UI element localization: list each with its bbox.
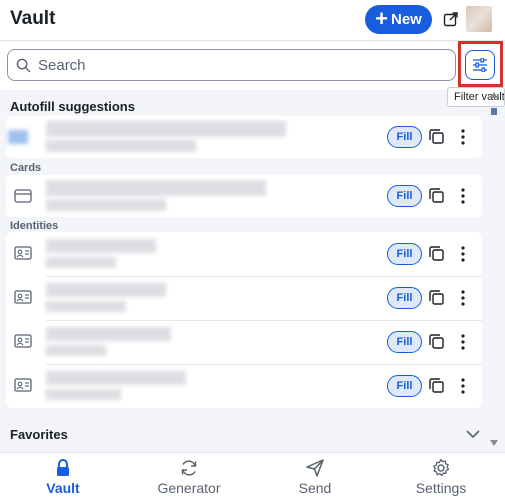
item-subtitle: [46, 389, 121, 400]
more-options-icon[interactable]: [460, 245, 466, 263]
search-bar-area: [0, 42, 505, 90]
id-card-icon: [14, 378, 32, 392]
identities-section-label: Identities: [10, 220, 59, 232]
fill-button[interactable]: Fill: [387, 287, 422, 309]
nav-item-settings[interactable]: Settings: [378, 453, 504, 500]
new-button-label: New: [391, 11, 422, 28]
fill-button[interactable]: Fill: [387, 243, 422, 265]
cards-list: Fill: [6, 175, 482, 217]
fill-button[interactable]: Fill: [387, 185, 422, 207]
copy-icon[interactable]: [429, 246, 444, 261]
copy-icon[interactable]: [429, 129, 444, 144]
more-options-icon[interactable]: [460, 187, 466, 205]
chevron-down-icon[interactable]: [466, 429, 480, 439]
filter-vault-button[interactable]: [465, 50, 495, 80]
sliders-icon: [473, 58, 487, 72]
page-title: Vault: [10, 8, 56, 29]
site-favicon: [8, 130, 28, 144]
search-input[interactable]: [38, 55, 438, 75]
lock-icon: [57, 459, 69, 476]
fill-button[interactable]: Fill: [387, 126, 422, 148]
item-username: [46, 140, 196, 152]
vertical-scrollbar[interactable]: [488, 92, 505, 447]
nav-item-label: Vault: [46, 480, 80, 496]
new-item-button[interactable]: + New: [365, 5, 432, 34]
list-item[interactable]: Fill: [6, 116, 482, 158]
app-header: Vault + New: [0, 0, 505, 41]
item-name: [46, 283, 166, 297]
cards-section-label: Cards: [10, 162, 42, 174]
copy-icon[interactable]: [429, 290, 444, 305]
scroll-up-arrow[interactable]: [490, 92, 498, 98]
item-subtitle: [46, 199, 166, 211]
item-subtitle: [46, 257, 116, 268]
identities-list: Fill Fill Fill Fill: [6, 232, 482, 408]
nav-item-vault[interactable]: Vault: [0, 453, 126, 500]
copy-icon[interactable]: [429, 334, 444, 349]
item-name: [46, 239, 156, 253]
nav-item-label: Generator: [157, 480, 221, 496]
list-item[interactable]: Fill: [6, 276, 482, 320]
item-subtitle: [46, 345, 106, 356]
item-subtitle: [46, 301, 126, 312]
item-name: [46, 121, 286, 137]
autofill-list: Fill: [6, 116, 482, 158]
fill-button[interactable]: Fill: [387, 375, 422, 397]
search-field[interactable]: [7, 49, 456, 81]
id-card-icon: [14, 290, 32, 304]
nav-item-label: Send: [298, 480, 332, 496]
favorites-section-title[interactable]: Favorites: [10, 427, 68, 442]
send-icon: [306, 459, 324, 477]
more-options-icon[interactable]: [460, 128, 466, 146]
item-name: [46, 327, 171, 341]
gear-icon: [433, 458, 450, 477]
more-options-icon[interactable]: [460, 289, 466, 307]
bottom-navigation: Vault Generator Send Settings: [0, 452, 505, 500]
copy-icon[interactable]: [429, 188, 444, 203]
item-name: [46, 371, 186, 385]
list-item[interactable]: Fill: [6, 320, 482, 364]
refresh-icon: [181, 460, 197, 476]
fill-button[interactable]: Fill: [387, 331, 422, 353]
nav-item-generator[interactable]: Generator: [126, 453, 252, 500]
more-options-icon[interactable]: [460, 333, 466, 351]
nav-item-label: Settings: [415, 480, 467, 496]
credit-card-icon: [14, 189, 32, 203]
id-card-icon: [14, 246, 32, 260]
autofill-section-title: Autofill suggestions: [10, 99, 135, 114]
list-item[interactable]: Fill: [6, 232, 482, 276]
copy-icon[interactable]: [429, 378, 444, 393]
search-icon: [16, 58, 31, 73]
nav-item-send[interactable]: Send: [252, 453, 378, 500]
scroll-down-arrow[interactable]: [490, 440, 498, 446]
list-item[interactable]: Fill: [6, 364, 482, 408]
popout-icon[interactable]: [443, 11, 459, 27]
scrollbar-thumb[interactable]: [491, 108, 497, 115]
list-item[interactable]: Fill: [6, 175, 482, 217]
plus-icon: +: [375, 5, 388, 31]
more-options-icon[interactable]: [460, 377, 466, 395]
account-avatar[interactable]: [466, 6, 492, 32]
id-card-icon: [14, 334, 32, 348]
item-name: [46, 180, 266, 196]
